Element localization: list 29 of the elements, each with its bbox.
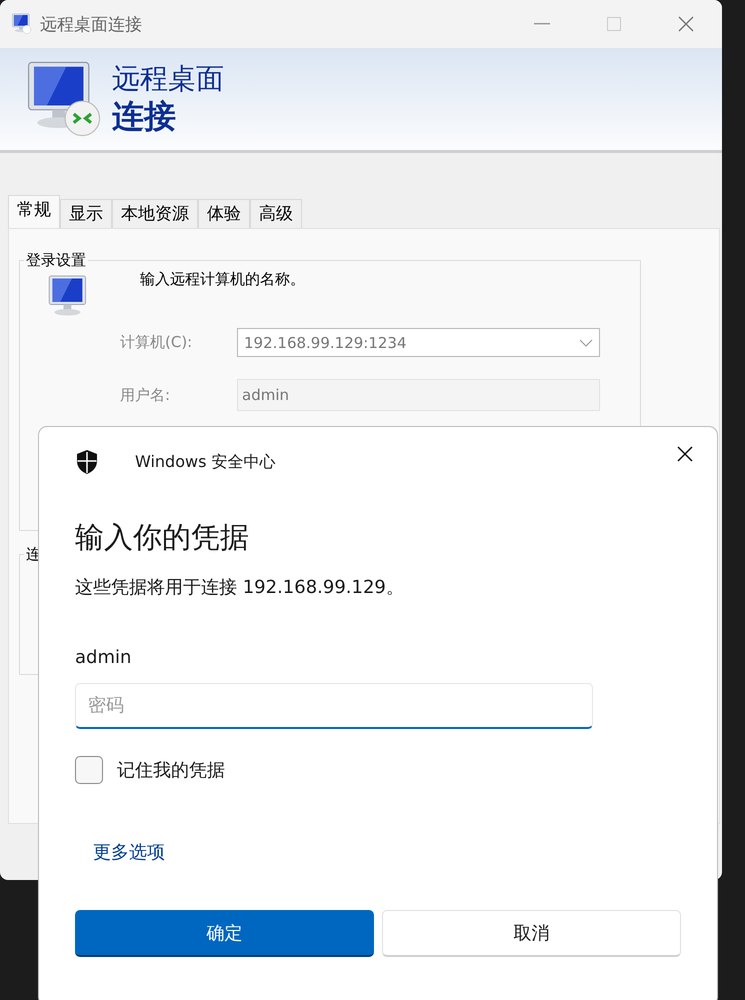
dialog-message: 这些凭据将用于连接 192.168.99.129。 [75,576,405,599]
more-options-link[interactable]: 更多选项 [93,840,165,864]
app-monitor-icon [10,12,34,36]
banner-subtitle: 连接 [112,96,177,136]
password-field[interactable]: 密码 [75,683,593,729]
tab[interactable]: 常规 [8,195,60,228]
minimize-icon[interactable] [534,23,550,25]
group-title: 登录设置 [25,251,87,270]
tab[interactable]: 本地资源 [112,199,198,228]
dialog-source: Windows 安全中心 [135,452,277,472]
username-label: 用户名: [120,386,172,404]
tab[interactable]: 体验 [198,199,250,228]
dialog-heading: 输入你的凭据 [75,519,250,556]
remember-label: 记住我的凭据 [117,759,225,782]
tab[interactable]: 显示 [60,199,112,228]
tab[interactable]: 高级 [250,199,302,228]
computer-combo-box[interactable]: 192.168.99.129:1234 [237,328,600,357]
remember-checkbox[interactable] [75,756,103,784]
chevron-down-icon [579,338,593,346]
banner-title: 远程桌面 [112,62,224,96]
window-title: 远程桌面连接 [40,14,143,36]
username-text: admin [75,647,132,668]
ok-button[interactable]: 确定 [75,910,374,957]
cancel-button[interactable]: 取消 [382,910,681,957]
close-icon[interactable] [677,446,693,462]
username-field[interactable]: admin [237,379,600,411]
shield-icon [75,449,99,475]
prompt-text: 输入远程计算机的名称。 [140,270,305,289]
computer-label: 计算机(C): [120,333,194,352]
